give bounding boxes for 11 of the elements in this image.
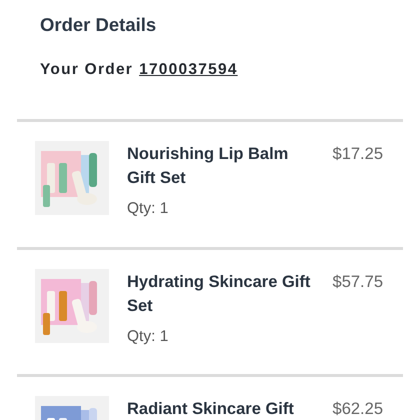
product-price: $57.75 xyxy=(332,272,383,292)
product-name: Nourishing Lip Balm Gift Set xyxy=(127,144,290,190)
quantity: Qty: 1 xyxy=(127,199,170,220)
order-label: Your Order xyxy=(40,60,134,80)
product-name: Radiant Skincare Gift xyxy=(127,398,295,420)
product-price: $62.25 xyxy=(332,398,383,420)
product-price: $17.25 xyxy=(332,144,383,166)
quantity: Qty: 1 xyxy=(127,326,170,346)
order-number-link[interactable]: 1700037594 xyxy=(139,58,238,82)
product-name: Hydrating Skincare Gift Set xyxy=(127,272,312,316)
page-title: Order Details xyxy=(40,13,158,37)
